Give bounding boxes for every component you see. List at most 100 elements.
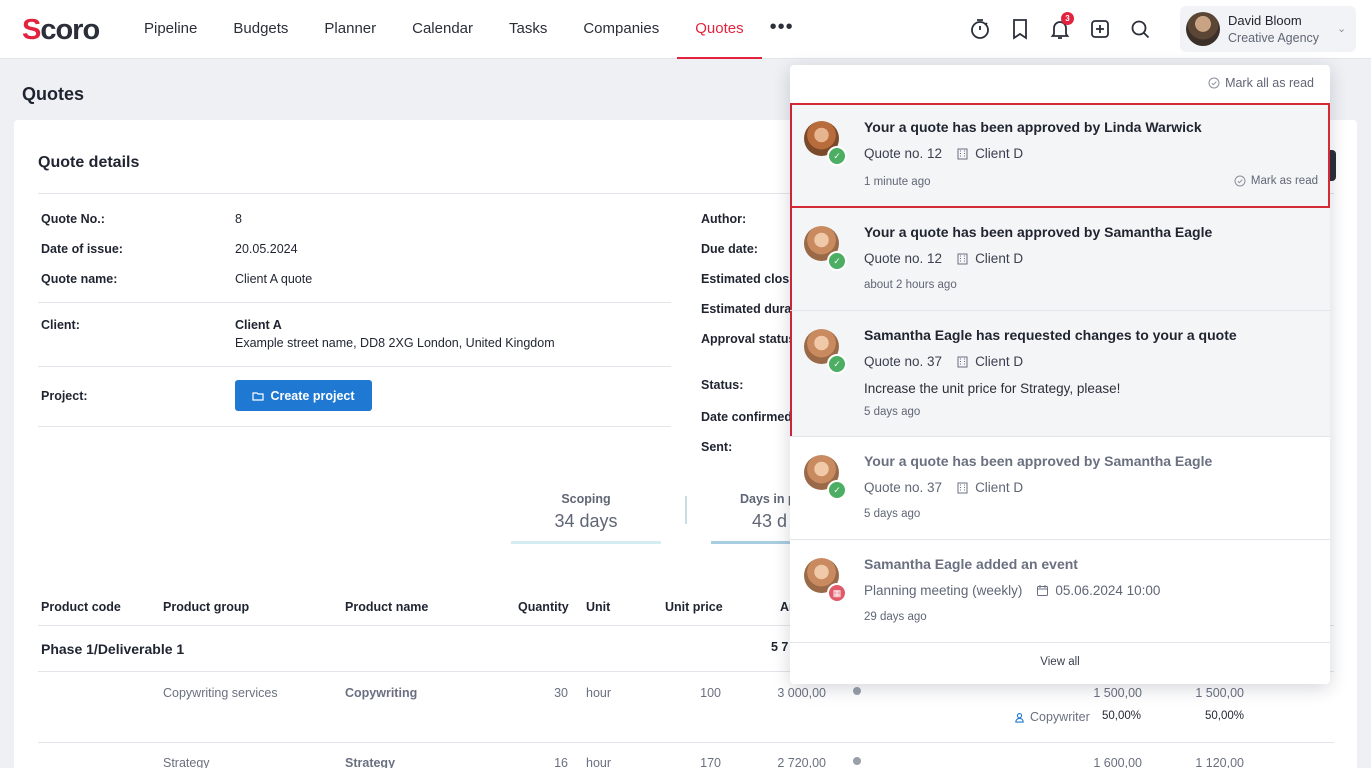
row-cost-1: 1 500,00: [1093, 686, 1142, 700]
page-title: Quotes: [22, 84, 85, 104]
field-label-author: Author:: [701, 212, 747, 226]
stat-scoping: Scoping 34 days: [511, 492, 661, 532]
quote-number[interactable]: Quote no. 37: [864, 480, 942, 495]
quote-approved-icon: ✓: [827, 251, 847, 271]
phase-amount: 5 7: [771, 640, 789, 654]
notification-meta: Quote no. 12 Client D: [864, 251, 1023, 266]
quote-number[interactable]: Quote no. 37: [864, 354, 942, 369]
field-label-estimated-closing: Estimated closi: [701, 272, 793, 286]
row-cost-2: 1 500,00: [1195, 686, 1244, 700]
client-name[interactable]: Client A: [235, 318, 282, 332]
notification-count-badge: 3: [1061, 12, 1074, 25]
nav-planner[interactable]: Planner: [306, 0, 394, 59]
col-product-group[interactable]: Product group: [163, 600, 249, 614]
client-name[interactable]: Client D: [975, 354, 1023, 369]
role-percent-1: 50,00%: [1102, 710, 1142, 722]
field-label-approval-status: Approval status: [701, 332, 796, 346]
col-quantity[interactable]: Quantity: [518, 600, 569, 614]
row-cost-1: 1 600,00: [1093, 756, 1142, 768]
notification-item[interactable]: ✓ Your a quote has been approved by Sama…: [790, 437, 1330, 540]
divider: [38, 302, 671, 303]
event-name[interactable]: Planning meeting (weekly): [864, 583, 1022, 598]
more-menu-icon[interactable]: •••: [762, 0, 802, 59]
status-dot: [853, 687, 861, 695]
role-assignment: Copywriter: [1014, 710, 1090, 724]
row-unit-price: 170: [700, 756, 721, 768]
nav-budgets[interactable]: Budgets: [215, 0, 306, 59]
quote-number[interactable]: Quote no. 12: [864, 146, 942, 161]
client-name[interactable]: Client D: [975, 146, 1023, 161]
search-icon[interactable]: [1128, 17, 1152, 41]
notification-meta: Quote no. 12 Client D: [864, 146, 1023, 161]
view-all-link[interactable]: View all: [790, 656, 1330, 668]
notification-meta: Planning meeting (weekly) 05.06.2024 10:…: [864, 583, 1160, 598]
client-name[interactable]: Client D: [975, 251, 1023, 266]
nav-pipeline[interactable]: Pipeline: [126, 0, 215, 59]
field-value-quote-name: Client A quote: [235, 272, 313, 286]
quote-approved-icon: ✓: [827, 146, 847, 166]
scoro-logo[interactable]: Scoro: [22, 14, 100, 47]
field-label-project: Project:: [41, 389, 88, 403]
field-label-status: Status:: [701, 378, 744, 392]
notification-item[interactable]: ✓ Samantha Eagle has requested changes t…: [790, 311, 1330, 437]
notification-item[interactable]: ▦ Samantha Eagle added an event Planning…: [790, 540, 1330, 643]
quote-approved-icon: ✓: [827, 480, 847, 500]
col-product-name[interactable]: Product name: [345, 600, 428, 614]
field-label-date-of-issue: Date of issue:: [41, 242, 123, 256]
row-unit: hour: [586, 756, 612, 768]
bell-icon[interactable]: 3: [1048, 12, 1074, 41]
col-product-code[interactable]: Product code: [41, 600, 121, 614]
nav-companies[interactable]: Companies: [565, 0, 677, 59]
event-datetime: 05.06.2024 10:00: [1055, 583, 1161, 598]
client-name[interactable]: Client D: [975, 480, 1023, 495]
quote-number[interactable]: Quote no. 12: [864, 251, 942, 266]
nav-quotes[interactable]: Quotes: [677, 0, 762, 59]
person-icon: [1015, 712, 1024, 723]
field-value-quote-no: 8: [235, 212, 242, 226]
notification-message: Increase the unit price for Strategy, pl…: [864, 381, 1121, 396]
row-unit-price: 100: [700, 686, 721, 700]
building-icon: [957, 253, 968, 265]
field-label-quote-name: Quote name:: [41, 272, 118, 286]
user-menu[interactable]: David Bloom Creative Agency ⌄: [1180, 6, 1356, 52]
field-label-date-confirmed: Date confirmed: [701, 410, 792, 424]
field-label-due-date: Due date:: [701, 242, 758, 256]
actions-button[interactable]: [1330, 150, 1336, 181]
add-icon[interactable]: [1088, 17, 1112, 41]
timer-icon[interactable]: [968, 17, 992, 41]
field-label-client: Client:: [41, 318, 80, 332]
field-label-quote-no: Quote No.:: [41, 212, 105, 226]
row-amount: 3 000,00: [777, 686, 826, 700]
row-product-name[interactable]: Copywriting: [345, 686, 417, 700]
building-icon: [957, 356, 968, 368]
client-address: Example street name, DD8 2XG London, Uni…: [235, 336, 555, 350]
col-unit-price[interactable]: Unit price: [665, 600, 723, 614]
row-product-name[interactable]: Strategy: [345, 756, 395, 768]
user-name: David Bloom: [1228, 13, 1302, 28]
divider: [38, 366, 671, 367]
mark-all-as-read-button[interactable]: Mark all as read: [1208, 76, 1314, 90]
stat-bar: [711, 541, 801, 544]
notification-item[interactable]: ✓ Your a quote has been approved by Sama…: [790, 208, 1330, 311]
notification-time: 5 days ago: [864, 508, 921, 520]
phase-title: Phase 1/Deliverable 1: [41, 641, 185, 657]
create-project-button[interactable]: Create project: [235, 380, 372, 411]
card-title: Quote details: [38, 154, 140, 171]
notification-title: Your a quote has been approved by Samant…: [864, 453, 1213, 469]
col-unit[interactable]: Unit: [586, 600, 610, 614]
stat-value: 34 days: [554, 511, 618, 531]
row-amount: 2 720,00: [777, 756, 826, 768]
row-product-group: Strategy: [163, 756, 210, 768]
bookmark-icon[interactable]: [1008, 17, 1032, 41]
notification-item[interactable]: ✓ Your a quote has been approved by Lind…: [790, 103, 1330, 208]
role-name: Copywriter: [1030, 710, 1090, 724]
notification-time: 1 minute ago: [864, 176, 931, 188]
row-unit: hour: [586, 686, 612, 700]
chevron-down-icon: ⌄: [1337, 23, 1347, 35]
nav-calendar[interactable]: Calendar: [394, 0, 491, 59]
status-dot: [853, 757, 861, 765]
nav-tasks[interactable]: Tasks: [491, 0, 565, 59]
mark-as-read-button[interactable]: Mark as read: [1234, 175, 1318, 187]
notification-time: about 2 hours ago: [864, 279, 957, 291]
top-navigation-bar: Scoro Pipeline Budgets Planner Calendar …: [0, 0, 1371, 59]
